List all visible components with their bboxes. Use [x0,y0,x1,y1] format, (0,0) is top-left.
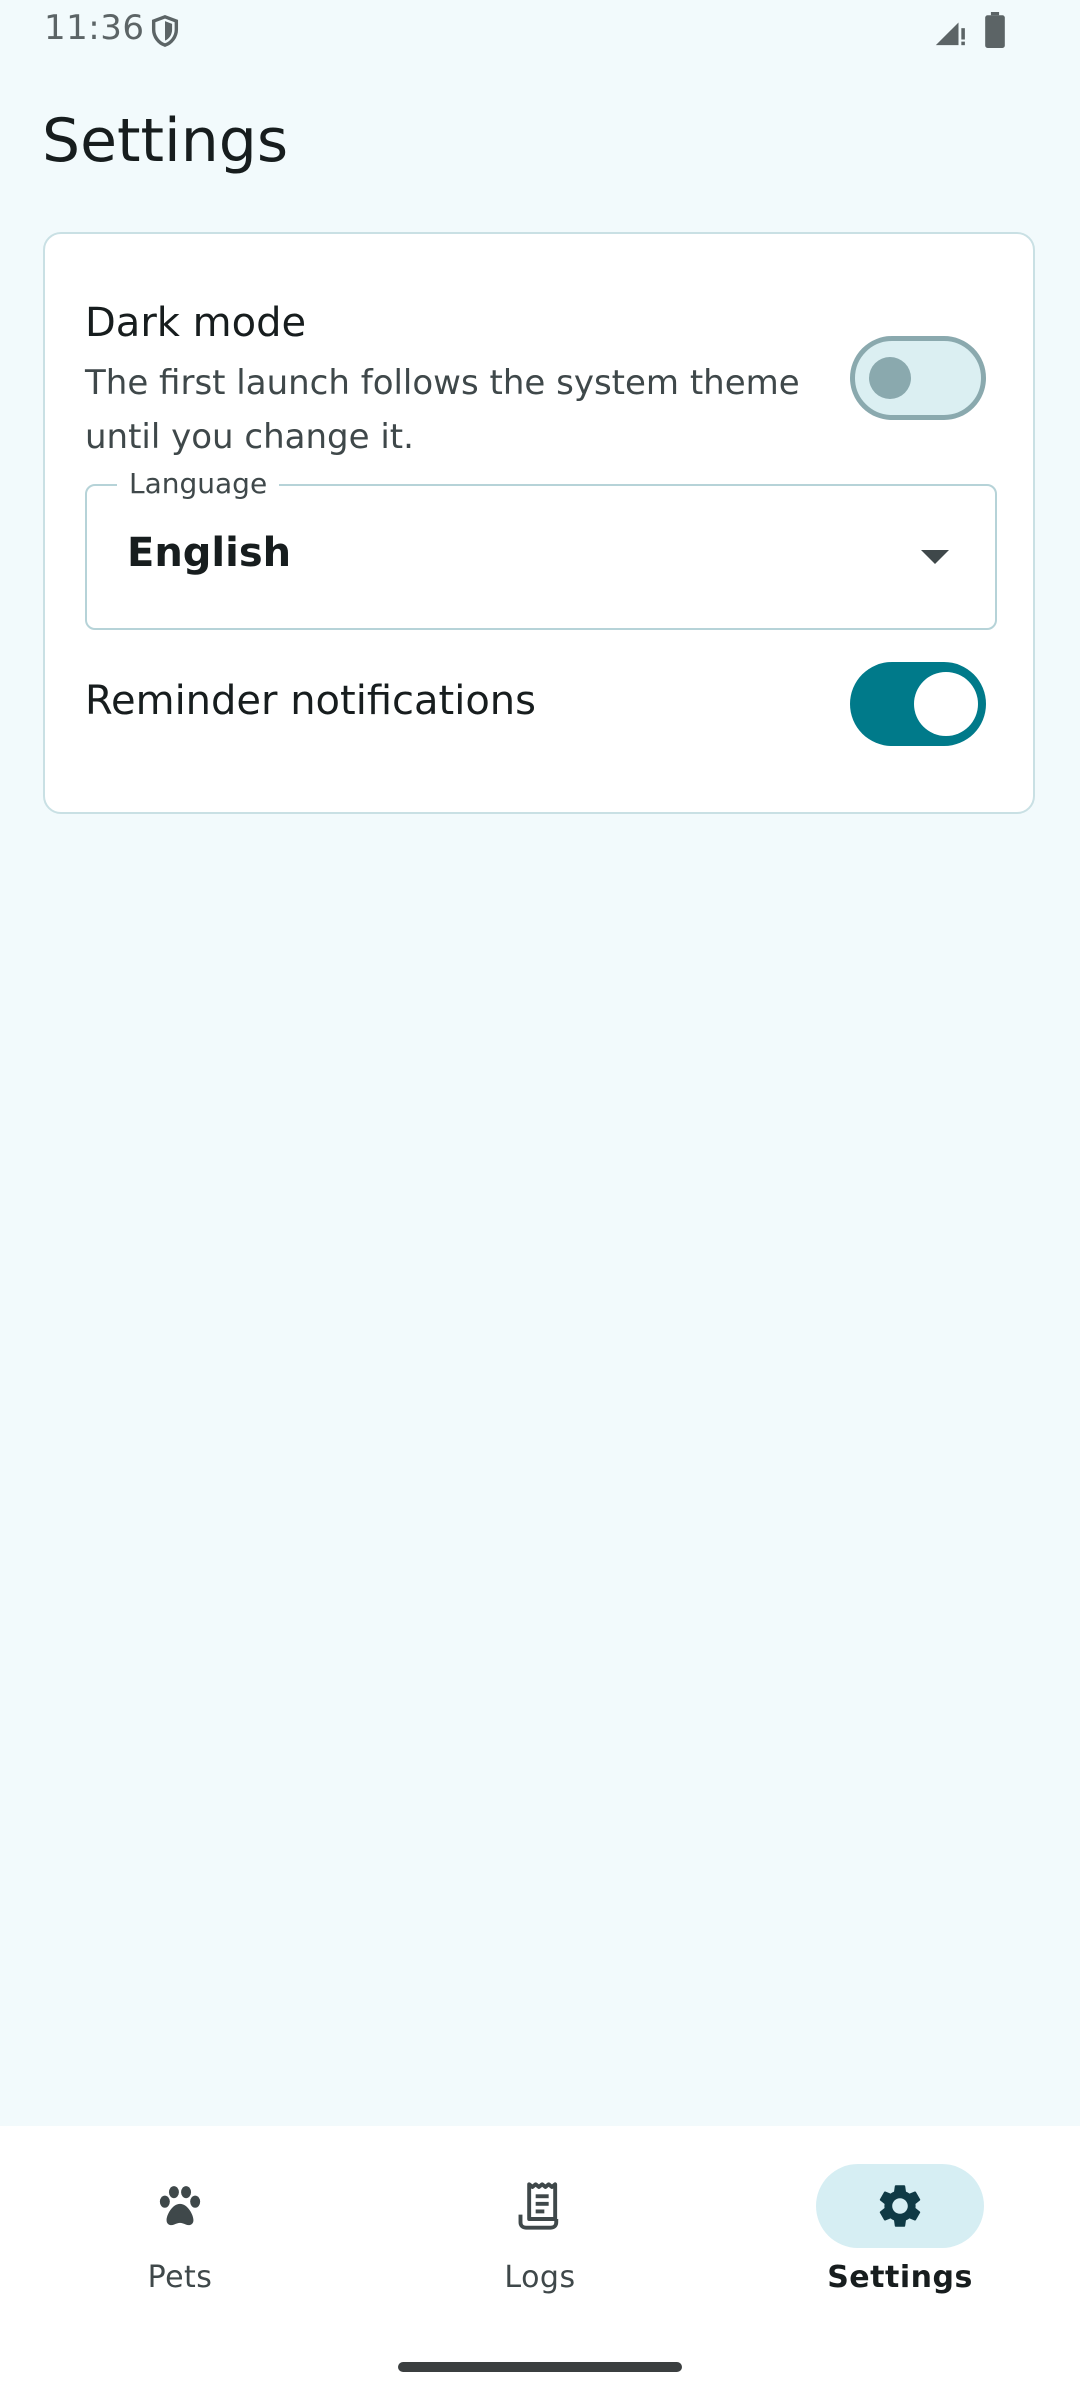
nav-icon-container [816,2164,984,2248]
dark-mode-toggle-knob [869,357,911,399]
reminder-notifications-toggle-knob [914,672,978,736]
receipt-icon [518,2182,559,2230]
paw-icon [159,2186,201,2226]
bottom-navigation: Pets Logs Settings [0,2126,1080,2400]
nav-item-settings[interactable]: Settings [720,2126,1080,2326]
reminder-notifications-toggle[interactable] [850,662,986,746]
gear-icon [879,2185,921,2227]
page-title: Settings [42,106,289,176]
nav-item-pets[interactable]: Pets [0,2126,360,2326]
battery-icon [985,12,1005,48]
language-value: English [127,530,292,576]
dropdown-arrow-icon [921,550,949,564]
nav-label-settings: Settings [827,2260,973,2295]
reminder-notifications-title: Reminder notifications [85,678,536,724]
nav-icon-container [96,2164,264,2248]
dark-mode-description: The first launch follows the system them… [85,363,800,457]
language-label: Language [117,466,280,502]
nav-label-logs: Logs [504,2260,576,2295]
nav-label-pets: Pets [147,2260,213,2295]
language-dropdown[interactable]: Language English [85,466,997,630]
dark-mode-toggle[interactable] [850,336,986,420]
signal-icon [935,22,965,46]
dark-mode-title: Dark mode [85,300,307,346]
settings-card: Dark mode The first launch follows the s… [43,232,1035,814]
nav-item-logs[interactable]: Logs [360,2126,720,2326]
shield-icon [151,15,179,47]
nav-icon-container [456,2164,624,2248]
status-bar: 11:36 [0,0,1080,62]
home-indicator[interactable] [398,2362,682,2372]
status-time: 11:36 [44,8,145,48]
